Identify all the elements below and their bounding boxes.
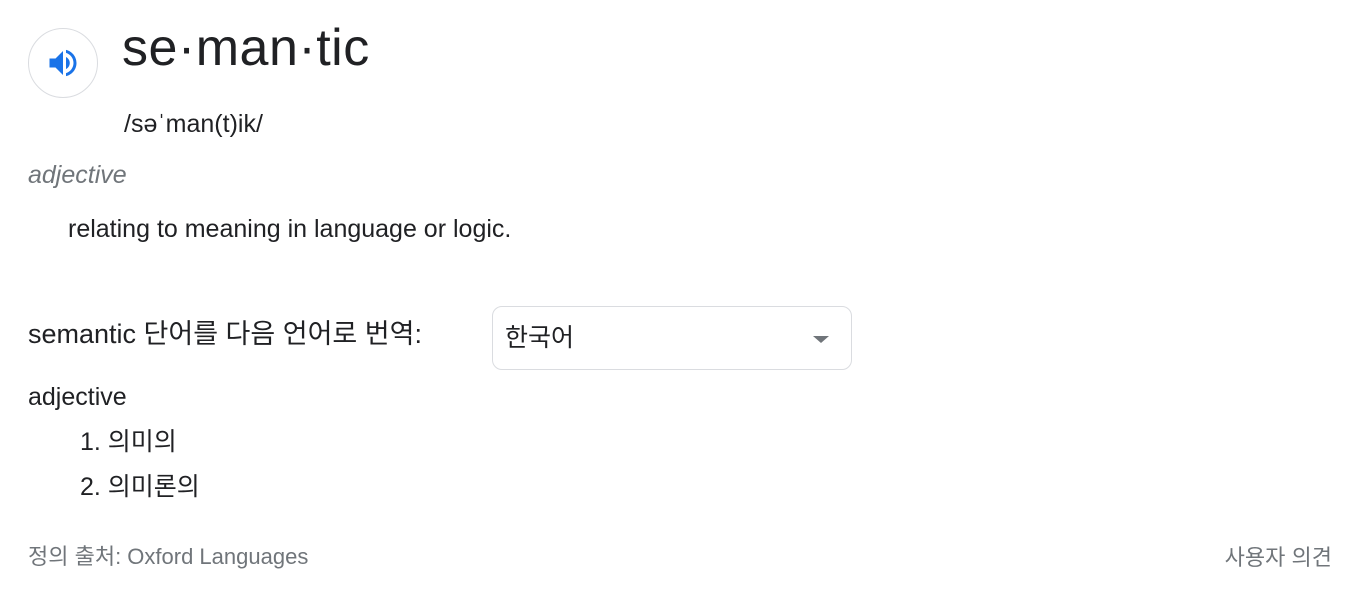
translation-part-of-speech: adjective [28, 383, 127, 411]
pronunciation-audio-button[interactable] [28, 28, 98, 98]
speaker-icon [45, 45, 81, 81]
translate-label: semantic 단어를 다음 언어로 번역: [28, 319, 422, 349]
definition-text: relating to meaning in language or logic… [68, 215, 512, 243]
selected-language: 한국어 [505, 324, 575, 352]
headword: se·man·tic [122, 19, 370, 77]
definition-source: 정의 출처: Oxford Languages [28, 544, 309, 569]
translation-item: 1. 의미의 [80, 428, 177, 456]
feedback-link[interactable]: 사용자 의견 [1225, 542, 1332, 574]
language-select[interactable]: 한국어 [492, 306, 852, 370]
phonetic-spelling: /səˈman(t)ik/ [124, 110, 263, 138]
part-of-speech: adjective [28, 161, 127, 189]
translation-item: 2. 의미론의 [80, 473, 200, 501]
dropdown-caret-icon [813, 336, 829, 343]
